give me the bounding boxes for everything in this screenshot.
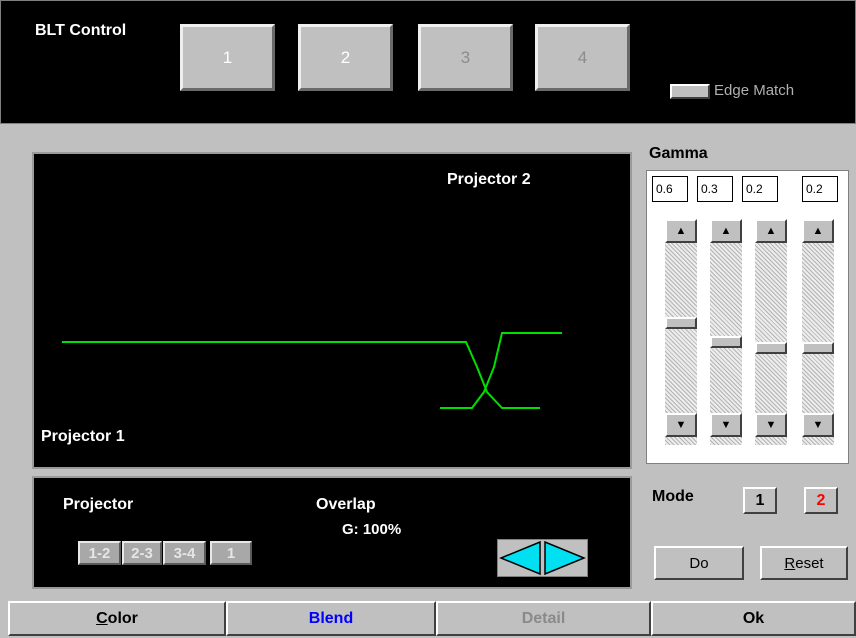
gamma-slider-2-thumb[interactable] [710,336,742,348]
pair-1-2-button[interactable]: 1-2 [78,541,121,565]
do-button[interactable]: Do [654,546,744,580]
overlap-section-title: Overlap [316,496,376,513]
projector-section-title: Projector [63,496,134,513]
projector-1-curve [62,341,540,409]
mode-label: Mode [652,488,694,505]
gamma-slider-1-thumb[interactable] [665,317,697,329]
app-title: BLT Control [35,22,127,39]
pair-3-4-button[interactable]: 3-4 [163,541,206,565]
left-arrow-icon[interactable] [498,540,542,576]
overlap-value: G: 100% [342,521,402,538]
gamma-input-1[interactable] [652,176,688,202]
reset-button[interactable]: Reset [760,546,848,580]
tab-color-rest: olor [107,609,138,627]
gamma-slider-1-up-icon[interactable]: ▲ [665,219,697,243]
gamma-slider-3-track[interactable] [755,219,787,445]
tab-color-accel: C [96,609,108,627]
projector-2-button[interactable]: 2 [298,24,393,91]
edge-match-label: Edge Match [714,82,795,99]
gamma-slider-1-down-icon[interactable]: ▼ [665,413,697,437]
right-arrow-icon[interactable] [543,540,587,576]
projector-2-label: Projector 2 [447,171,531,188]
projector-1-button[interactable]: 1 [180,24,275,91]
gamma-slider-2-track[interactable] [710,219,742,445]
gamma-input-3[interactable] [742,176,778,202]
gamma-slider-4-up-icon[interactable]: ▲ [802,219,834,243]
gamma-input-2[interactable] [697,176,733,202]
tab-ok[interactable]: Ok [651,601,856,636]
reset-rest: eset [795,554,824,572]
gamma-slider-2-up-icon[interactable]: ▲ [710,219,742,243]
reset-accel: R [784,554,796,572]
gamma-slider-3-thumb[interactable] [755,342,787,354]
tab-detail[interactable]: Detail [436,601,651,636]
blend-curve-graph [62,332,562,409]
gamma-title: Gamma [649,145,708,162]
gamma-slider-2-down-icon[interactable]: ▼ [710,413,742,437]
gamma-input-4[interactable] [802,176,838,202]
mode-2-button[interactable]: 2 [804,487,838,514]
projector-4-button[interactable]: 4 [535,24,630,91]
projector-1-label: Projector 1 [41,428,125,445]
pair-2-3-button[interactable]: 2-3 [122,541,162,565]
gamma-slider-4-thumb[interactable] [802,342,834,354]
gamma-slider-3-up-icon[interactable]: ▲ [755,219,787,243]
gamma-slider-4-track[interactable] [802,219,834,445]
gamma-slider-3-down-icon[interactable]: ▼ [755,413,787,437]
tab-blend[interactable]: Blend [226,601,436,636]
projector-3-button[interactable]: 3 [418,24,513,91]
pair-1-button[interactable]: 1 [210,541,252,565]
gamma-slider-4-down-icon[interactable]: ▼ [802,413,834,437]
tab-color[interactable]: Color [8,601,226,636]
edge-match-toggle[interactable] [670,84,710,99]
mode-1-button[interactable]: 1 [743,487,777,514]
projector-2-curve [440,332,562,409]
gamma-slider-1-track[interactable] [665,219,697,445]
